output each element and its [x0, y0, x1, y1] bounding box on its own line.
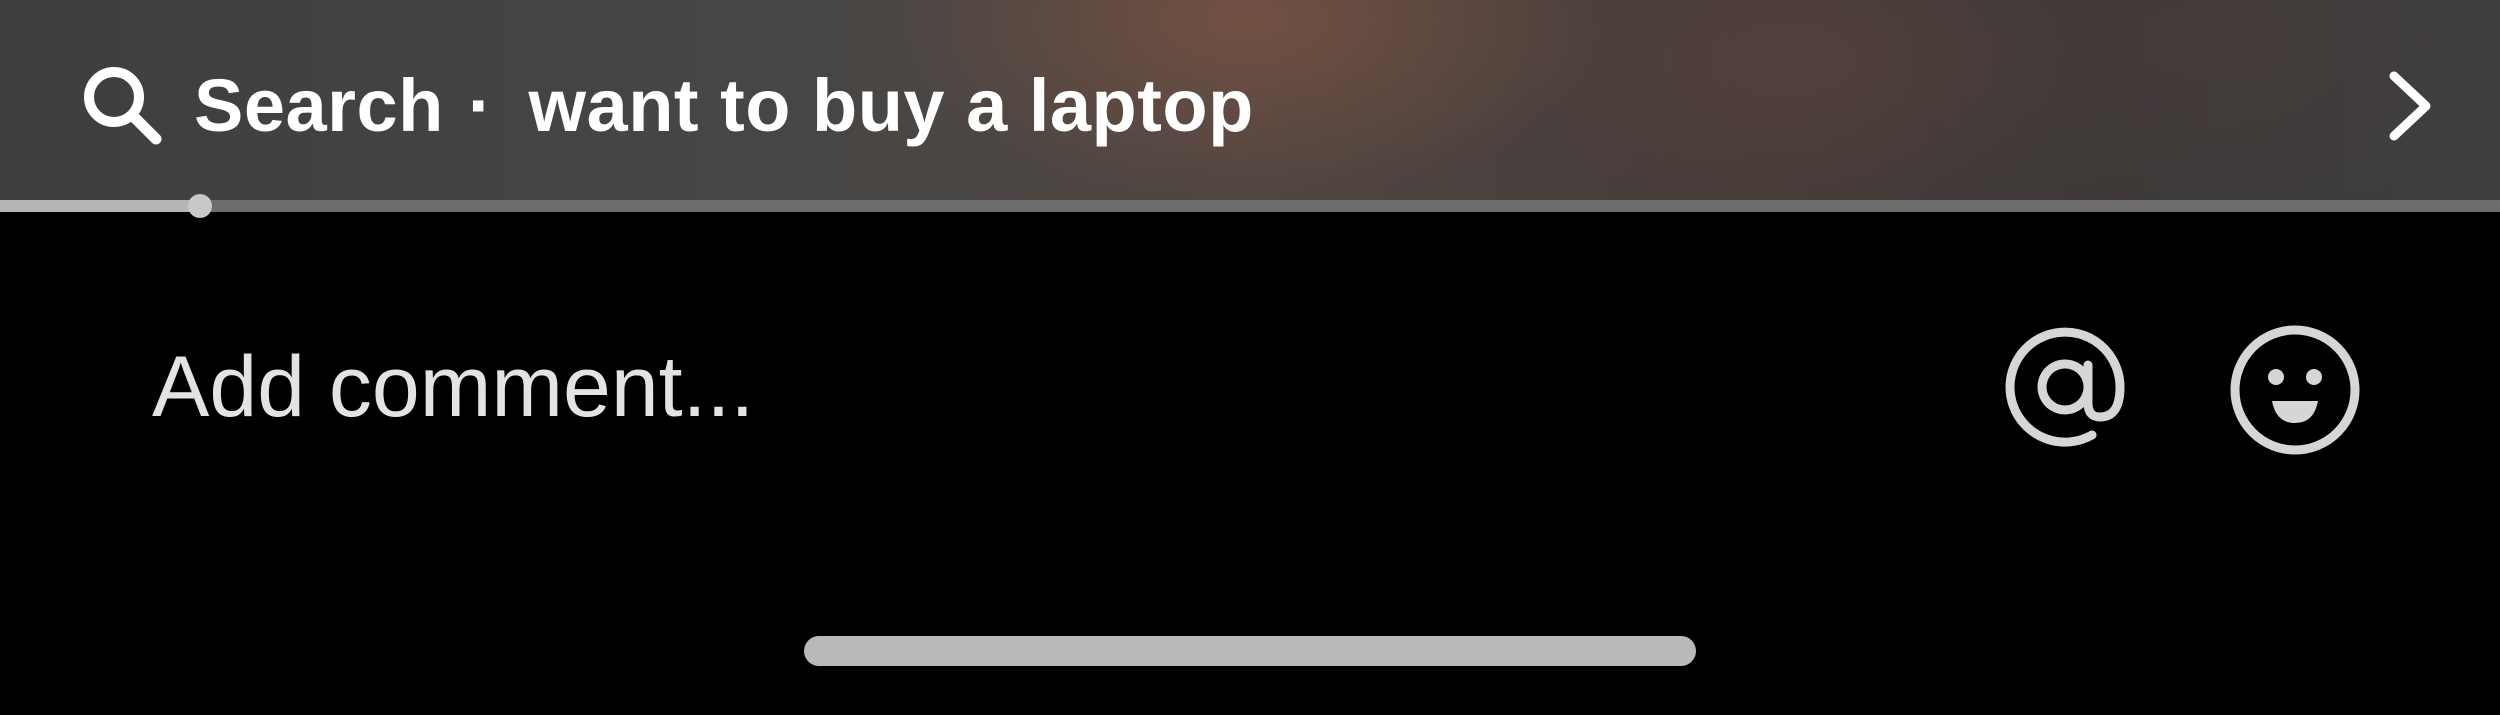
search-query-text: want to buy a laptop	[528, 63, 1254, 147]
home-indicator[interactable]	[804, 636, 1696, 666]
emoji-button[interactable]	[2225, 322, 2365, 462]
comment-bar	[0, 212, 2500, 552]
search-label: Search	[194, 63, 444, 147]
emoji-icon	[2228, 323, 2362, 462]
comment-input[interactable]	[152, 332, 1852, 442]
screen: Search · want to buy a laptop	[0, 0, 2500, 715]
mention-button[interactable]	[1995, 322, 2135, 462]
video-progress-bar[interactable]	[0, 194, 2500, 218]
video-progress-fill	[0, 200, 200, 212]
search-suggestion-bar[interactable]: Search · want to buy a laptop	[0, 0, 2500, 206]
chevron-right-icon[interactable]	[2380, 68, 2440, 144]
search-icon	[80, 63, 164, 147]
search-suggestion[interactable]: Search · want to buy a laptop	[80, 60, 1254, 150]
at-sign-icon	[2000, 325, 2130, 460]
separator-dot: ·	[467, 63, 493, 147]
